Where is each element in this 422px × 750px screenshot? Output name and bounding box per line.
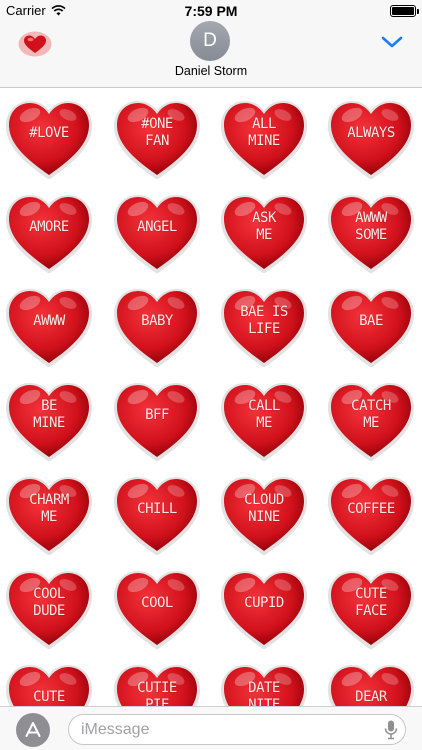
sticker-label: BAE (359, 312, 383, 329)
sticker-label: DATE NITE (248, 680, 280, 706)
battery-icon (390, 5, 419, 17)
sticker-item[interactable]: BFF (114, 381, 200, 461)
avatar[interactable]: D (190, 21, 230, 61)
app-store-icon[interactable] (16, 713, 50, 747)
sticker-item[interactable]: ALWAYS (328, 99, 414, 179)
sticker-item[interactable]: COOL DUDE (6, 569, 92, 649)
sticker-label: CUTE (33, 688, 65, 705)
sticker-label: DEAR (355, 688, 387, 705)
sticker-item[interactable]: CUTE (6, 663, 92, 706)
sticker-item[interactable]: CHILL (114, 475, 200, 555)
sticker-item[interactable]: CATCH ME (328, 381, 414, 461)
sticker-label: CALL ME (248, 398, 280, 431)
heart-sticker-icon[interactable] (17, 30, 53, 57)
conversation-header: Carrier 7:59 PM D Daniel Storm (0, 0, 422, 88)
sticker-item[interactable]: DEAR (328, 663, 414, 706)
sticker-label: COFFEE (347, 500, 395, 517)
sticker-label: ANGEL (137, 218, 177, 235)
contact-name[interactable]: Daniel Storm (0, 64, 422, 78)
sticker-label: CUTE FACE (355, 586, 387, 619)
sticker-item[interactable]: BE MINE (6, 381, 92, 461)
sticker-label: CHILL (137, 500, 177, 517)
sticker-item[interactable]: BABY (114, 287, 200, 367)
sticker-item[interactable]: AMORE (6, 193, 92, 273)
sticker-item[interactable]: CUTE FACE (328, 569, 414, 649)
sticker-item[interactable]: CLOUD NINE (221, 475, 307, 555)
sticker-label: COOL (141, 594, 173, 611)
sticker-label: BFF (145, 406, 169, 423)
sticker-item[interactable]: CUTIE PIE (114, 663, 200, 706)
sticker-label: CHARM ME (29, 492, 69, 525)
sticker-label: CLOUD NINE (244, 492, 284, 525)
sticker-label: ASK ME (252, 210, 276, 243)
chevron-down-icon[interactable] (380, 34, 404, 50)
sticker-item[interactable]: ALL MINE (221, 99, 307, 179)
sticker-item[interactable]: BAE (328, 287, 414, 367)
sticker-item[interactable]: ASK ME (221, 193, 307, 273)
sticker-label: COOL DUDE (33, 586, 65, 619)
sticker-grid: #LOVE #ONE FAN ALL MINE ALWAYS AMORE ANGEL ASK… (0, 88, 422, 706)
sticker-label: AWWW (33, 312, 65, 329)
sticker-item[interactable]: DATE NITE (221, 663, 307, 706)
sticker-label: BABY (141, 312, 173, 329)
sticker-label: CUPID (244, 594, 284, 611)
sticker-label: AMORE (29, 218, 69, 235)
sticker-item[interactable]: ANGEL (114, 193, 200, 273)
sticker-label: BE MINE (33, 398, 65, 431)
sticker-item[interactable]: COOL (114, 569, 200, 649)
sticker-item[interactable]: CUPID (221, 569, 307, 649)
sticker-item[interactable]: #ONE FAN (114, 99, 200, 179)
sticker-item[interactable]: AWWW (6, 287, 92, 367)
sticker-item[interactable]: BAE IS LIFE (221, 287, 307, 367)
microphone-icon[interactable] (384, 720, 398, 740)
message-bar (0, 706, 422, 750)
sticker-label: AWWW SOME (355, 210, 387, 243)
sticker-label: BAE IS LIFE (240, 304, 288, 337)
sticker-item[interactable]: #LOVE (6, 99, 92, 179)
sticker-item[interactable]: CHARM ME (6, 475, 92, 555)
sticker-label: ALL MINE (248, 116, 280, 149)
sticker-label: #LOVE (29, 124, 69, 141)
status-bar: Carrier 7:59 PM (0, 0, 422, 22)
sticker-label: #ONE FAN (141, 116, 173, 149)
sticker-item[interactable]: COFFEE (328, 475, 414, 555)
sticker-item[interactable]: CALL ME (221, 381, 307, 461)
sticker-item[interactable]: AWWW SOME (328, 193, 414, 273)
sticker-label: CUTIE PIE (137, 680, 177, 706)
message-input[interactable] (68, 714, 406, 745)
sticker-label: CATCH ME (351, 398, 391, 431)
status-time: 7:59 PM (184, 3, 238, 19)
sticker-label: ALWAYS (347, 124, 395, 141)
